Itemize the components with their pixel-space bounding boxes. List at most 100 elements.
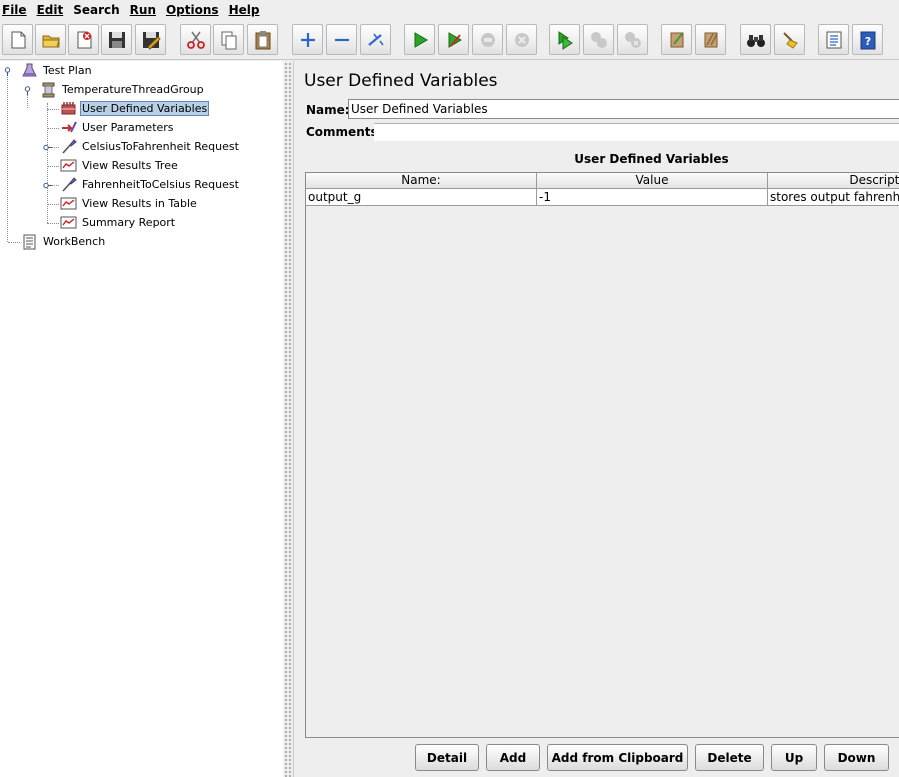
remote-shutdown-all-button[interactable] xyxy=(617,24,648,55)
menu-help[interactable]: Help xyxy=(225,1,264,19)
expand-handle-test-plan[interactable] xyxy=(3,67,12,76)
tree-item-label: User Defined Variables xyxy=(80,101,210,116)
function-helper-button[interactable] xyxy=(818,24,849,55)
tree-item-view-results-tree[interactable]: View Results Tree xyxy=(59,157,180,174)
expand-handle-fahrenheit-request[interactable] xyxy=(43,181,52,190)
column-header-name[interactable]: Name: xyxy=(306,173,537,189)
scissors-icon xyxy=(186,31,205,49)
variables-section-title: User Defined Variables xyxy=(574,152,729,166)
tree-item-label: View Results in Table xyxy=(82,197,197,210)
menu-file-label: File xyxy=(2,3,27,17)
menu-edit[interactable]: Edit xyxy=(33,1,68,19)
delete-button[interactable]: Delete xyxy=(695,744,764,771)
detail-button[interactable]: Detail xyxy=(415,744,479,771)
remote-stop-icon xyxy=(590,31,607,48)
save-disk-icon xyxy=(108,31,125,48)
new-document-icon xyxy=(11,31,25,48)
tree-item-user-parameters[interactable]: User Parameters xyxy=(59,119,176,136)
open-folder-icon xyxy=(42,35,60,47)
search-button[interactable] xyxy=(740,24,771,55)
tree-item-thread-group[interactable]: TemperatureThreadGroup xyxy=(39,81,206,98)
svg-text:?: ? xyxy=(864,35,870,48)
tree-item-summary-report[interactable]: Summary Report xyxy=(59,214,177,231)
tree-item-workbench[interactable]: WorkBench xyxy=(20,233,107,250)
tree-item-view-results-table[interactable]: View Results in Table xyxy=(59,195,199,212)
panel-title: User Defined Variables xyxy=(304,71,498,91)
comments-field[interactable] xyxy=(374,123,899,141)
tree-item-label: CelsiusToFahrenheit Request xyxy=(82,140,239,153)
toolbar: ? xyxy=(0,20,899,60)
toggle-button[interactable] xyxy=(360,24,391,55)
list-icon xyxy=(826,31,841,48)
column-header-description[interactable]: Description xyxy=(768,173,899,189)
tree-connector xyxy=(47,223,59,224)
cut-button[interactable] xyxy=(180,24,211,55)
copy-icon xyxy=(221,31,236,49)
clear-all-button[interactable] xyxy=(695,24,726,55)
up-button[interactable]: Up xyxy=(771,744,817,771)
save-as-button[interactable] xyxy=(135,24,166,55)
expand-handle-celsius-request[interactable] xyxy=(43,143,52,152)
tree-item-label: Test Plan xyxy=(43,64,92,77)
remote-start-all-button[interactable] xyxy=(549,24,580,55)
table-cell-name[interactable]: output_g xyxy=(306,189,537,206)
start-button[interactable] xyxy=(404,24,435,55)
tree-connector xyxy=(51,185,59,186)
paste-button[interactable] xyxy=(247,24,278,55)
clear-button[interactable] xyxy=(661,24,692,55)
test-plan-tree[interactable]: Test Plan TemperatureThreadGroup User De… xyxy=(0,61,283,777)
close-button[interactable] xyxy=(68,24,99,55)
tree-connector xyxy=(7,75,8,242)
minus-icon xyxy=(334,38,349,41)
menu-run[interactable]: Run xyxy=(126,1,160,19)
save-button[interactable] xyxy=(101,24,132,55)
table-cell-description[interactable]: stores output fahrenheit xyxy=(768,189,899,206)
menu-file[interactable]: File xyxy=(0,1,31,19)
expand-handle-thread-group[interactable] xyxy=(23,86,32,95)
tree-item-user-defined-variables[interactable]: User Defined Variables xyxy=(59,100,210,117)
tree-item-test-plan[interactable]: Test Plan xyxy=(20,62,94,79)
menu-edit-label: Edit xyxy=(36,3,64,17)
menu-options[interactable]: Options xyxy=(162,1,223,19)
add-from-clipboard-button[interactable]: Add from Clipboard xyxy=(547,744,688,771)
tree-item-fahrenheit-request[interactable]: FahrenheitToCelsius Request xyxy=(59,176,241,193)
sampler-pipette-icon xyxy=(59,138,77,155)
panel-splitter[interactable] xyxy=(283,61,293,777)
reset-search-button[interactable] xyxy=(774,24,805,55)
tree-item-label: FahrenheitToCelsius Request xyxy=(82,178,239,191)
expand-all-button[interactable] xyxy=(292,24,323,55)
clear-all-broom-icon xyxy=(704,32,718,47)
stop-button[interactable] xyxy=(472,24,503,55)
column-header-value[interactable]: Value xyxy=(537,173,768,189)
tree-connector xyxy=(47,204,59,205)
copy-button[interactable] xyxy=(213,24,244,55)
new-button[interactable] xyxy=(2,24,33,55)
shutdown-button[interactable] xyxy=(506,24,537,55)
collapse-all-button[interactable] xyxy=(326,24,357,55)
tree-item-label: View Results Tree xyxy=(82,159,178,172)
broom-icon xyxy=(782,31,798,49)
element-editor-panel: User Defined Variables Name: User Define… xyxy=(293,61,899,777)
open-button[interactable] xyxy=(35,24,66,55)
down-button[interactable]: Down xyxy=(824,744,889,771)
tree-item-celsius-request[interactable]: CelsiusToFahrenheit Request xyxy=(59,138,241,155)
menu-search-label: Search xyxy=(73,3,120,17)
tree-item-label: User Parameters xyxy=(82,121,174,134)
sampler-pipette-icon xyxy=(59,176,77,193)
name-field[interactable]: User Defined Variables xyxy=(348,99,899,119)
start-no-timers-button[interactable] xyxy=(438,24,469,55)
listener-chart-icon xyxy=(59,195,77,212)
flask-icon xyxy=(20,62,38,79)
tree-item-label: WorkBench xyxy=(43,235,106,248)
shutdown-icon xyxy=(514,32,529,47)
add-button[interactable]: Add xyxy=(486,744,540,771)
table-cell-value[interactable]: -1 xyxy=(537,189,768,206)
comments-label: Comments: xyxy=(306,125,383,139)
play-icon xyxy=(414,31,428,48)
variables-table[interactable]: Name: Value Description output_g -1 stor… xyxy=(305,172,899,738)
menu-search[interactable]: Search xyxy=(69,1,123,19)
remote-stop-all-button[interactable] xyxy=(583,24,614,55)
help-button[interactable]: ? xyxy=(852,24,883,55)
config-element-icon xyxy=(59,100,77,117)
menu-help-label: Help xyxy=(228,3,260,17)
